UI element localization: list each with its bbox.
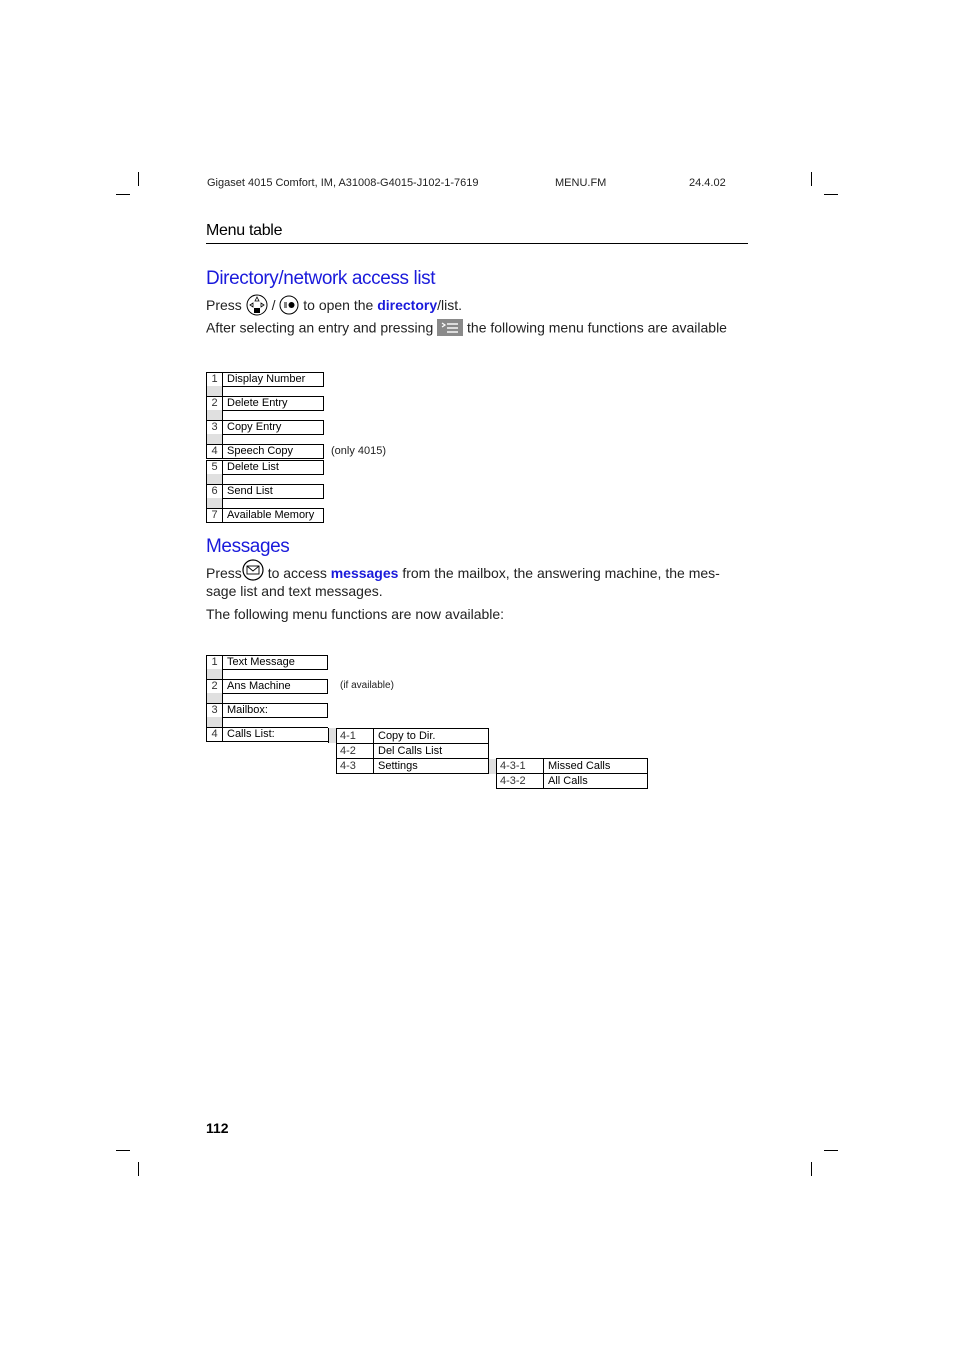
submenu-code: 4-3-1 — [496, 758, 544, 774]
menu-label: Speech Copy — [223, 444, 324, 459]
menu-label: Text Message — [223, 655, 328, 670]
menu-number: 3 — [206, 703, 223, 718]
directory-key-icon — [279, 295, 299, 318]
submenu-row: 4-2 Del Calls List — [336, 743, 489, 759]
menu-label: Mailbox: — [223, 703, 328, 718]
menu-row: 7 Available Memory — [206, 508, 324, 523]
menu-number: 2 — [206, 679, 223, 694]
menu-row: 2 Ans Machine — [206, 679, 328, 694]
menu-label: Calls List: — [223, 727, 328, 742]
menu-spacer — [206, 386, 223, 396]
menu-number: 4 — [206, 444, 223, 459]
menu-spacer — [206, 410, 223, 420]
doc-id: Gigaset 4015 Comfort, IM, A31008-G4015-J… — [207, 177, 479, 189]
press-text: Press — [206, 297, 242, 314]
menu-key-icon — [437, 319, 464, 339]
submenu-row: 4-3-1 Missed Calls — [496, 758, 648, 774]
doc-file: MENU.FM — [555, 177, 607, 189]
submenu-code: 4-2 — [336, 743, 374, 759]
doc-date: 24.4.02 — [689, 177, 726, 189]
nav-key-icon — [246, 294, 268, 319]
menu-number: 1 — [206, 655, 223, 670]
messages-heading: Messages — [206, 536, 290, 557]
submenu-code: 4-3-2 — [496, 773, 544, 789]
messages-press-line: Press to access messages from the mailbo… — [206, 559, 720, 584]
menu-spacer — [206, 693, 223, 703]
after-suffix-text: the following menu functions are availab… — [467, 319, 727, 336]
menu-number: 5 — [206, 460, 223, 475]
menu-row: 2 Delete Entry — [206, 396, 324, 411]
if-available-note: (if available) — [340, 680, 394, 691]
menu-label: Display Number — [223, 372, 324, 387]
messages-link: messages — [330, 565, 399, 582]
menu-row: 5 Delete List — [206, 460, 324, 475]
after-prefix-text: After selecting an entry and pressing — [206, 319, 434, 336]
menu-spacer — [206, 434, 223, 444]
directory-heading: Directory/network access list — [206, 268, 436, 289]
menu-row: 3 Mailbox: — [206, 703, 328, 718]
menu-label: Delete List — [223, 460, 324, 475]
press-mid-text: to open the — [303, 297, 374, 314]
menu-number: 6 — [206, 484, 223, 499]
menu-row: 3 Copy Entry — [206, 420, 324, 435]
only-4015-note: (only 4015) — [331, 445, 387, 457]
directory-after-line: After selecting an entry and pressing th… — [206, 319, 727, 339]
submenu-code: 4-1 — [336, 728, 374, 744]
menu-row: 4 Calls List: — [206, 727, 328, 742]
crop-mark — [811, 1162, 812, 1176]
slash-text: / — [271, 297, 276, 314]
submenu-label: Settings — [374, 758, 489, 774]
submenu-label: Copy to Dir. — [374, 728, 489, 744]
menu-label: Send List — [223, 484, 324, 499]
menu-number: 7 — [206, 508, 223, 523]
crop-mark — [116, 1150, 130, 1151]
menu-row: 6 Send List — [206, 484, 324, 499]
menu-number: 4 — [206, 727, 223, 742]
press-suffix-text: /list. — [437, 297, 463, 314]
menu-spacer — [206, 717, 223, 727]
page-number: 112 — [206, 1120, 229, 1136]
menu-label: Copy Entry — [223, 420, 324, 435]
messages-line3: The following menu functions are now ava… — [206, 606, 505, 622]
menu-row: 1 Text Message — [206, 655, 328, 670]
menu-row: 4 Speech Copy — [206, 444, 324, 459]
messages-line2: sage list and text messages. — [206, 583, 383, 599]
crop-mark — [138, 172, 139, 186]
press-text: Press — [206, 565, 242, 582]
crop-mark — [824, 1150, 838, 1151]
submenu-label: Del Calls List — [374, 743, 489, 759]
menu-spacer — [206, 498, 223, 508]
crop-mark — [824, 194, 838, 195]
directory-link: directory — [377, 297, 438, 314]
submenu-label: Missed Calls — [544, 758, 648, 774]
submenu-label: All Calls — [544, 773, 648, 789]
press-suffix-text: from the mailbox, the answering machine,… — [402, 565, 720, 582]
menu-row: 1 Display Number — [206, 372, 324, 387]
menu-label: Ans Machine — [223, 679, 328, 694]
menu-label: Available Memory — [223, 508, 324, 523]
menu-number: 3 — [206, 420, 223, 435]
section-title: Menu table — [206, 222, 748, 244]
submenu-row: 4-1 Copy to Dir. — [336, 728, 489, 744]
crop-mark — [138, 1162, 139, 1176]
envelope-key-icon — [242, 559, 264, 584]
menu-number: 1 — [206, 372, 223, 387]
crop-mark — [811, 172, 812, 186]
crop-mark — [116, 194, 130, 195]
directory-press-line: Press / to open the directory/list. — [206, 294, 462, 319]
submenu-row: 4-3-2 All Calls — [496, 773, 648, 789]
menu-spacer — [206, 474, 223, 484]
submenu-row: 4-3 Settings — [336, 758, 489, 774]
menu-spacer — [206, 669, 223, 679]
press-mid-text: to access — [267, 565, 327, 582]
menu-number: 2 — [206, 396, 223, 411]
menu-label: Delete Entry — [223, 396, 324, 411]
submenu-code: 4-3 — [336, 758, 374, 774]
